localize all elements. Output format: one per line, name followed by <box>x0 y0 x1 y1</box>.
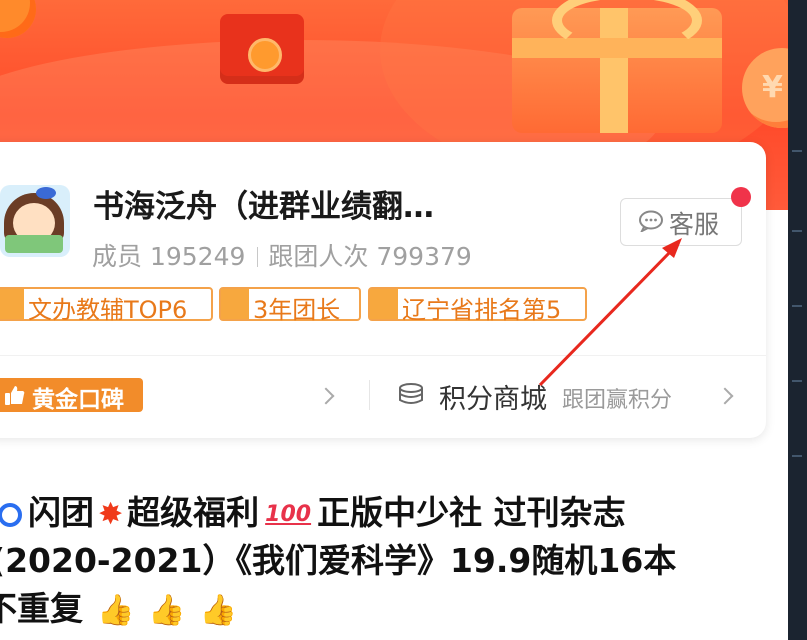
members-count: 195249 <box>149 242 246 271</box>
heart-badge-icon <box>221 289 249 319</box>
visits-count: 799379 <box>376 242 472 271</box>
thumbs-up-icon <box>5 386 25 405</box>
coin-icon <box>0 0 36 38</box>
members-label: 成员 <box>92 242 143 271</box>
customer-service-button[interactable]: 客服 <box>620 198 742 246</box>
customer-service-label: 客服 <box>669 210 720 239</box>
points-mall-link[interactable]: 积分商城 <box>439 377 547 416</box>
tag-label: 辽宁省排名第5 <box>402 296 562 324</box>
hundred-points-icon: 100 <box>265 501 312 527</box>
visits-label: 跟团人次 <box>268 242 369 271</box>
product-line-2: (2020-2021）《我们爱科学》19.9随机16本 <box>0 541 677 580</box>
product-line-3: 不重复 👍 👍 👍 <box>0 586 237 634</box>
divider <box>369 380 370 410</box>
badge-label: 黄金口碑 <box>32 387 124 413</box>
tag-label: 3年团长 <box>253 296 341 324</box>
ranking-icon <box>0 289 24 319</box>
thumbs-up-icon: 👍 <box>148 592 186 628</box>
thumbs-up-icon: 👍 <box>199 592 238 628</box>
product-line-1: 闪团 ✸ 超级福利 100 正版中少社 过刊杂志 <box>0 490 626 538</box>
tag-province-rank: 辽宁省排名第5 <box>368 287 587 324</box>
group-stats: 成员 195249 跟团人次 799379 <box>92 237 472 273</box>
group-avatar[interactable] <box>0 185 70 257</box>
gold-reputation-badge[interactable]: 黄金口碑 <box>0 378 143 413</box>
notification-dot <box>731 187 751 207</box>
red-envelope-icon <box>220 14 304 84</box>
tag-label: 文办教辅TOP6 <box>28 296 188 324</box>
tag-years: 3年团长 <box>219 287 361 324</box>
divider <box>0 355 766 356</box>
tag-ranking: 文办教辅TOP6 <box>0 287 213 324</box>
thumbs-up-icon: 👍 <box>97 592 135 628</box>
medal-icon <box>370 289 398 319</box>
gift-box-icon <box>512 0 722 133</box>
group-title: 书海泛舟（进群业绩翻… <box>93 189 434 225</box>
window-edge <box>788 0 807 640</box>
swirl-icon <box>0 502 22 527</box>
coin-stack-icon <box>399 383 423 404</box>
chat-bubble-icon <box>639 210 663 232</box>
points-mall-sublabel: 跟团赢积分 <box>562 388 673 413</box>
collision-icon: ✸ <box>98 496 124 532</box>
